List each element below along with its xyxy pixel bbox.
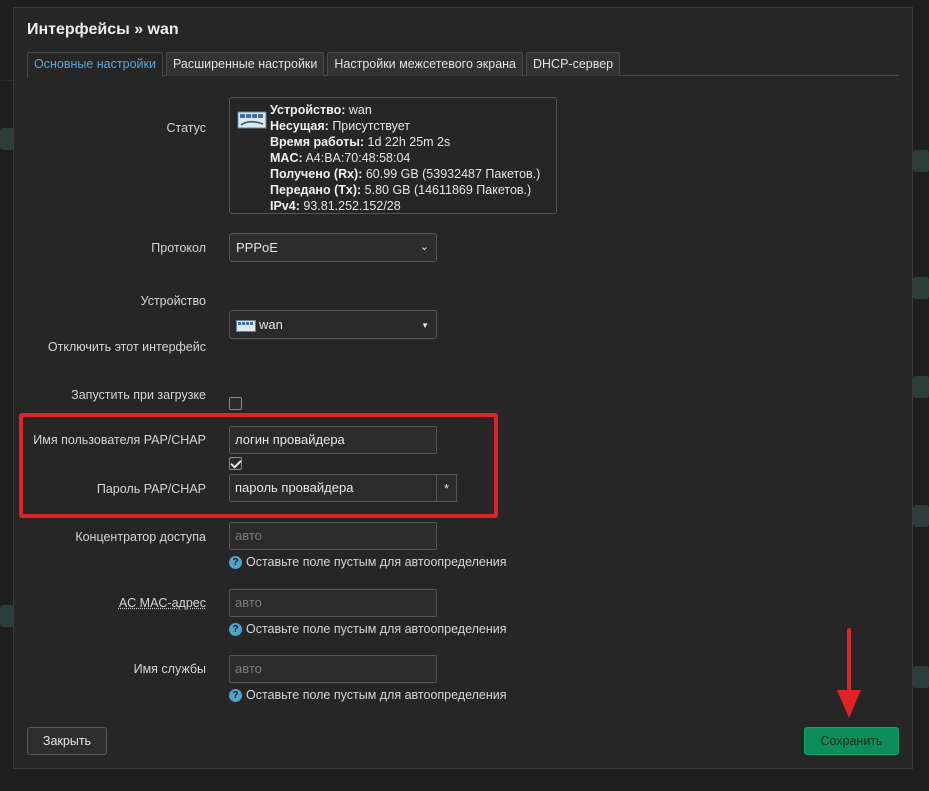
disable-label: Отключить этот интерфейс xyxy=(47,340,206,354)
background-button xyxy=(0,605,14,627)
service-hint-text: Оставьте поле пустым для автоопределения xyxy=(246,688,507,702)
status-line-tx: Передано (Tx): 5.80 GB (14611869 Пакетов… xyxy=(270,183,532,197)
service-label: Имя службы xyxy=(133,662,206,676)
tab-advanced[interactable]: Расширенные настройки xyxy=(165,52,325,76)
service-input[interactable]: авто xyxy=(229,655,437,683)
device-label: Устройство xyxy=(140,294,206,308)
device-select[interactable]: wan ▼ xyxy=(229,310,437,339)
status-line-rx: Получено (Rx): 60.99 GB (53932487 Пакето… xyxy=(270,167,541,181)
help-icon: ? xyxy=(229,555,242,569)
disable-checkbox[interactable] xyxy=(229,397,242,410)
network-port-icon xyxy=(237,111,267,129)
autostart-label: Запустить при загрузке xyxy=(71,388,206,402)
tab-dhcp[interactable]: DHCP-сервер xyxy=(526,52,621,76)
ac-mac-input[interactable]: авто xyxy=(229,589,437,617)
modal-title: Интерфейсы » wan xyxy=(27,21,179,38)
device-value: wan xyxy=(259,317,283,332)
status-label: Статус xyxy=(166,121,206,135)
background-button xyxy=(913,277,929,299)
help-icon: ? xyxy=(229,622,242,636)
tab-general[interactable]: Основные настройки xyxy=(27,52,163,77)
status-line-ipv4: IPv4: 93.81.252.152/28 xyxy=(270,199,401,213)
close-button[interactable]: Закрыть xyxy=(27,727,107,755)
arrow-down-icon xyxy=(837,628,861,718)
status-lines: Устройство: wan Несущая: Присутствует Вр… xyxy=(270,102,540,214)
concentrator-input[interactable]: авто xyxy=(229,522,437,550)
background-divider xyxy=(0,80,14,81)
caret-down-icon: ▼ xyxy=(421,321,429,330)
protocol-label: Протокол xyxy=(151,241,206,255)
status-line-uptime: Время работы: 1d 22h 25m 2s xyxy=(270,135,451,149)
protocol-select[interactable]: PPPoE ⌄ xyxy=(229,233,437,262)
status-panel: Устройство: wan Несущая: Присутствует Вр… xyxy=(229,97,557,214)
service-group: авто ? Оставьте поле пустым для автоопре… xyxy=(229,655,507,702)
tab-bar: Основные настройки Расширенные настройки… xyxy=(27,52,899,77)
concentrator-label: Концентратор доступа xyxy=(75,530,206,544)
ac-mac-group: авто ? Оставьте поле пустым для автоопре… xyxy=(229,589,507,636)
service-hint: ? Оставьте поле пустым для автоопределен… xyxy=(229,688,507,702)
background-button xyxy=(913,150,929,172)
status-line-carrier: Несущая: Присутствует xyxy=(270,119,411,133)
concentrator-group: авто ? Оставьте поле пустым для автоопре… xyxy=(229,522,507,569)
save-button[interactable]: Сохранить xyxy=(804,727,899,755)
concentrator-hint: ? Оставьте поле пустым для автоопределен… xyxy=(229,555,507,569)
ac-mac-hint-text: Оставьте поле пустым для автоопределения xyxy=(246,622,507,636)
network-port-icon xyxy=(236,319,256,332)
highlight-box xyxy=(19,413,498,518)
background-button xyxy=(913,505,929,527)
ac-mac-hint: ? Оставьте поле пустым для автоопределен… xyxy=(229,622,507,636)
status-line-device: Устройство: wan xyxy=(270,103,372,117)
chevron-down-icon: ⌄ xyxy=(419,241,429,253)
status-line-mac: MAC: A4:BA:70:48:58:04 xyxy=(270,151,411,165)
background-button xyxy=(913,666,929,688)
help-icon: ? xyxy=(229,688,242,702)
concentrator-hint-text: Оставьте поле пустым для автоопределения xyxy=(246,555,507,569)
tab-firewall[interactable]: Настройки межсетевого экрана xyxy=(327,52,523,76)
ac-mac-label: AC MAC-адрес xyxy=(118,596,206,610)
protocol-value: PPPoE xyxy=(236,240,278,255)
interface-modal: Интерфейсы » wan Основные настройки Расш… xyxy=(13,7,913,769)
background-button xyxy=(0,128,14,150)
background-button xyxy=(913,376,929,398)
